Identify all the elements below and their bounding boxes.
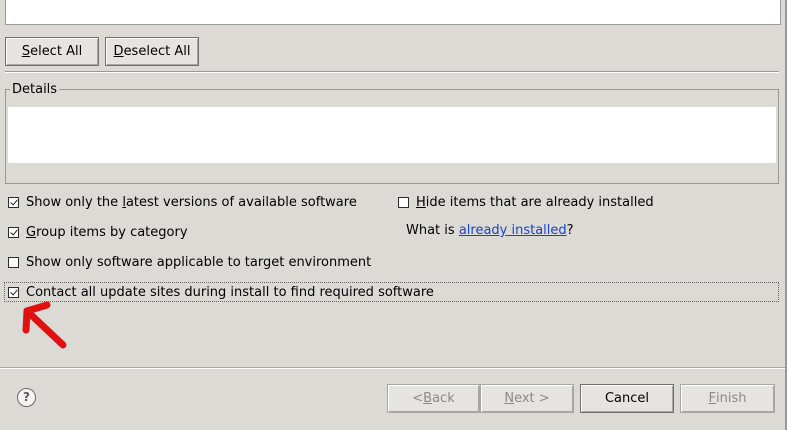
target-environment-label: Show only software applicable to target …	[26, 254, 372, 270]
cancel-button[interactable]: Cancel	[580, 384, 674, 413]
next-button[interactable]: Next >	[480, 384, 574, 413]
finish-button[interactable]: Finish	[680, 384, 775, 413]
what-is-installed-text: What is already installed?	[406, 223, 574, 238]
details-group: Details	[5, 82, 779, 184]
details-label: Details	[10, 82, 60, 97]
option-contact-update-sites[interactable]: Contact all update sites during install …	[8, 283, 434, 301]
details-text-area[interactable]	[8, 107, 776, 163]
help-icon[interactable]: ?	[17, 388, 36, 407]
option-target-environment[interactable]: Show only software applicable to target …	[8, 253, 371, 271]
group-by-category-label: Group items by category	[26, 224, 188, 240]
group-by-category-checkbox[interactable]	[8, 226, 19, 238]
hide-installed-checkbox[interactable]	[398, 196, 409, 208]
contact-update-sites-checkbox[interactable]	[8, 286, 19, 298]
deselect-all-button[interactable]: Deselect All	[105, 37, 199, 66]
red-arrow-icon	[22, 301, 67, 349]
software-list[interactable]	[5, 0, 781, 25]
latest-versions-label: Show only the latest versions of availab…	[26, 194, 357, 210]
option-hide-installed[interactable]: Hide items that are already installed	[398, 193, 654, 211]
target-environment-checkbox[interactable]	[8, 256, 19, 268]
option-latest-versions[interactable]: Show only the latest versions of availab…	[8, 193, 357, 211]
select-all-button[interactable]: Select All	[5, 37, 99, 66]
separator	[5, 71, 779, 73]
footer-separator	[0, 367, 787, 369]
hide-installed-label: Hide items that are already installed	[416, 194, 654, 210]
back-button[interactable]: < Back	[387, 384, 480, 413]
already-installed-link[interactable]: already installed	[459, 223, 567, 238]
latest-versions-checkbox[interactable]	[8, 196, 19, 208]
option-group-by-category[interactable]: Group items by category	[8, 223, 188, 241]
contact-update-sites-label: Contact all update sites during install …	[26, 284, 434, 300]
